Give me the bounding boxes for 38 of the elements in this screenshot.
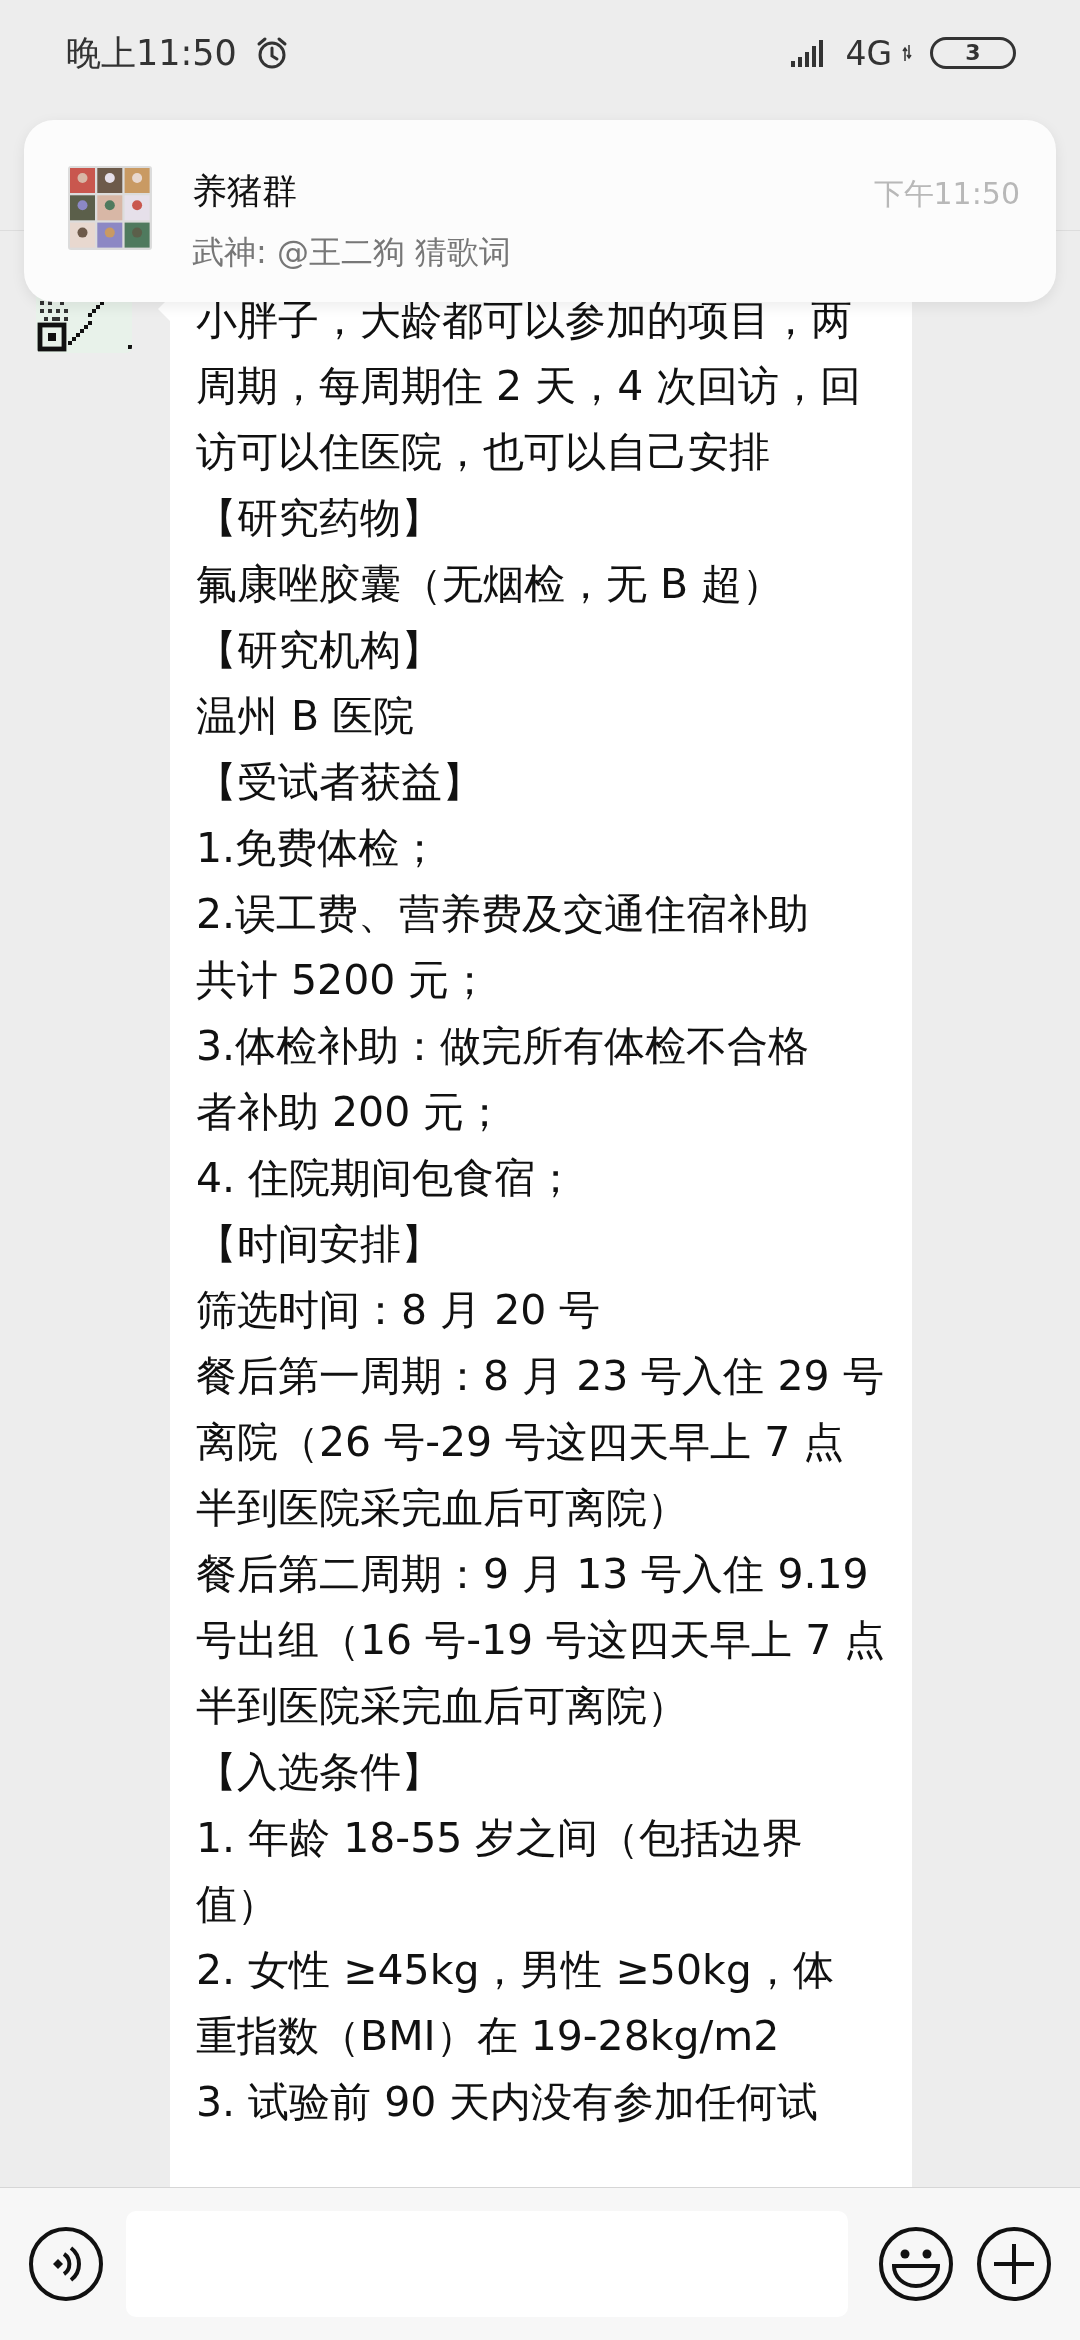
message-text-line: 半到医院采完血后可离院） <box>196 1483 689 1534</box>
message-text-line: 号出组（16 号-19 号这四天早上 7 点 <box>196 1615 887 1666</box>
notification-title: 养猪群 <box>192 170 298 213</box>
battery-indicator: 3 <box>930 37 1016 69</box>
message-text-line: 者补助 200 元； <box>196 1087 507 1138</box>
notification-card[interactable]: 养猪群 武神: @王二狗 猜歌词 下午11:50 <box>24 120 1056 302</box>
message-text-line: 4. 住院期间包食宿； <box>196 1153 578 1204</box>
message-text-line: 氟康唑胶囊（无烟检，无 B 超） <box>196 559 785 610</box>
message-text-line: 餐后第一周期：8 月 23 号入住 29 号 <box>196 1351 885 1402</box>
message-text-line: 3. 试验前 90 天内没有参加任何试 <box>196 2077 820 2128</box>
message-text-line: 2.误工费、营养费及交通住宿补助 <box>196 889 811 940</box>
message-text-line: 3.体检补助：做完所有体检不合格 <box>196 1021 811 1072</box>
status-time: 晚上11:50 <box>66 31 237 75</box>
notification-message: 武神: @王二狗 猜歌词 <box>192 232 513 273</box>
message-text-line: 半到医院采完血后可离院） <box>196 1681 689 1732</box>
message-text-line: 餐后第二周期：9 月 13 号入住 9.19 <box>196 1549 870 1600</box>
message-text-line: 访可以住医院，也可以自己安排 <box>196 427 771 478</box>
message-text-line: 离院（26 号-29 号这四天早上 7 点 <box>196 1417 846 1468</box>
message-text-line: 共计 5200 元； <box>196 955 492 1006</box>
data-arrows-icon <box>902 45 912 61</box>
message-text-line: 【研究机构】 <box>196 625 443 676</box>
emoji-icon[interactable] <box>878 2226 954 2302</box>
notification-time: 下午11:50 <box>873 175 1020 213</box>
voice-icon[interactable] <box>28 2226 104 2302</box>
message-text-line: 【入选条件】 <box>196 1747 443 1798</box>
message-text-line: 2. 女性 ≥45kg，男性 ≥50kg，体 <box>196 1945 835 1996</box>
message-text-line: 温州 B 医院 <box>196 691 416 742</box>
message-text-line: 值） <box>196 1879 279 1930</box>
message-text-line: 筛选时间：8 月 20 号 <box>196 1285 602 1336</box>
message-text-line: 重指数（BMI）在 19-28kg/m2 <box>196 2011 781 2062</box>
message-text-line: 【受试者获益】 <box>196 757 484 808</box>
message-text-line: 【研究药物】 <box>196 493 443 544</box>
message-text-line: 1.免费体检； <box>196 823 442 874</box>
message-text-line: 【时间安排】 <box>196 1219 443 1270</box>
plus-icon[interactable] <box>976 2226 1052 2302</box>
network-type: 4G <box>845 33 892 73</box>
message-text-line: 1. 年龄 18-55 岁之间（包括边界 <box>196 1813 805 1864</box>
message-text-line: 周期，每周期住 2 天，4 次回访，回 <box>196 361 863 412</box>
